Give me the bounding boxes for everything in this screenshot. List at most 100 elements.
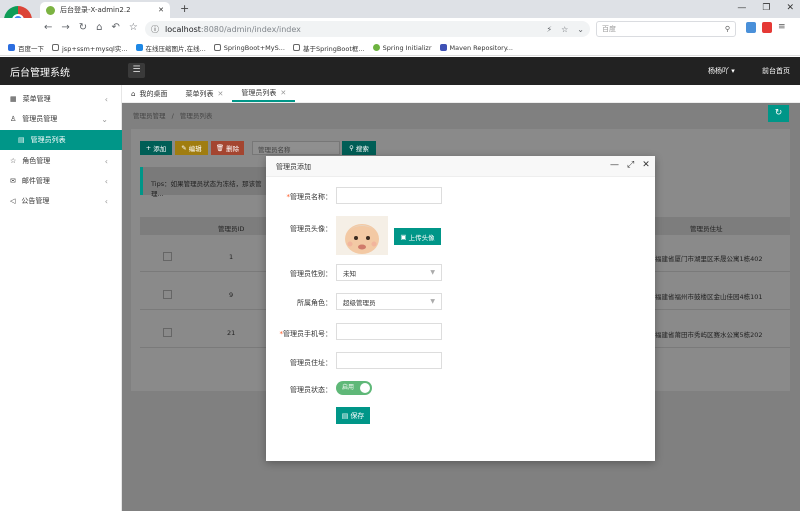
browser-tab[interactable]: 后台登录-X-admin2.2 ✕ (40, 2, 170, 18)
status-toggle[interactable]: 启用 (336, 381, 372, 395)
extension-icons: ≡ (746, 22, 786, 33)
chevron-down-icon: ⌄ (101, 114, 108, 124)
delete-button[interactable]: 🗑 删除 (211, 141, 244, 155)
search-icon[interactable]: ⚲ (725, 25, 730, 33)
chevron-down-icon[interactable]: ⌄ (577, 25, 584, 34)
close-icon[interactable]: ✕ (280, 89, 286, 97)
maven-icon (439, 44, 447, 51)
add-button[interactable]: + 添加 (140, 141, 172, 155)
forward-icon[interactable]: → (61, 22, 69, 33)
trash-icon: 🗑 (215, 144, 225, 152)
row-address: 福建省厦门市湖里区禾晟公寓1栋402 (655, 255, 763, 263)
edit-button[interactable]: ✎ 编辑 (175, 141, 208, 155)
admin-name-field[interactable] (336, 187, 442, 204)
row-address: 福建省福州市鼓楼区金山佳园4栋101 (655, 293, 763, 301)
back-icon[interactable]: ← (44, 22, 52, 33)
home-link[interactable]: 前台首页 (762, 66, 790, 76)
refresh-icon: ↻ (774, 108, 783, 118)
status-label: 管理员状态： (290, 386, 332, 394)
sidebar-item-admin-list[interactable]: ▤ 管理员列表 (0, 130, 122, 150)
bookmark-star-icon[interactable]: ☆ (129, 22, 138, 33)
tab-desktop[interactable]: ⌂ 我的桌面 (122, 85, 176, 102)
sidebar-item-role[interactable]: ☆ 角色管理 ‹ (0, 151, 122, 171)
reload-icon[interactable]: ↻ (79, 22, 87, 33)
hamburger-icon[interactable]: ☰ (128, 63, 145, 78)
new-tab-button[interactable]: + (180, 2, 189, 15)
caret-down-icon: ▾ (731, 67, 735, 75)
bookmark-item[interactable]: 百度一下 (8, 43, 44, 53)
home-icon[interactable]: ⌂ (96, 22, 102, 33)
avatar-label: 管理员头像： (290, 225, 332, 233)
minimize-icon[interactable]: — (737, 3, 746, 13)
close-icon[interactable]: ✕ (217, 90, 223, 98)
row-address: 福建省莆田市秀屿区赛水公寓5栋202 (655, 331, 763, 339)
star-icon[interactable]: ☆ (561, 25, 568, 34)
page-icon (52, 44, 59, 51)
search-placeholder: 百度 (602, 25, 616, 33)
user-menu[interactable]: 杨杨吖 ▾ (708, 66, 735, 76)
page-tabs: ⌂ 我的桌面 菜单列表 ✕ 管理员列表 ✕ (122, 85, 800, 103)
bookmark-item[interactable]: jsp+ssm+mysql实... (52, 43, 128, 53)
chevron-left-icon: ‹ (104, 94, 108, 104)
bookmark-item[interactable]: Spring Initializr (372, 44, 432, 52)
home-icon: ⌂ (131, 89, 136, 98)
phone-field[interactable] (336, 323, 442, 340)
undo-icon[interactable]: ↶ (112, 22, 120, 33)
close-icon[interactable]: ✕ (642, 160, 650, 170)
url-path: :8080/admin/index/index (200, 24, 301, 34)
search-icon: ⚲ (349, 144, 354, 152)
bookmark-item[interactable]: 基于SpringBoot框... (292, 43, 365, 53)
bookmark-item[interactable]: SpringBoot+MyS... (213, 44, 285, 52)
gender-select[interactable]: 未知 ▼ (336, 264, 442, 281)
modal-header (266, 156, 655, 177)
row-id: 9 (229, 291, 234, 299)
user-icon: ♙ (10, 115, 17, 123)
url-host: localhost (165, 24, 201, 34)
extension-icon[interactable] (746, 22, 756, 33)
list-icon: ▤ (18, 136, 25, 144)
name-label: *管理员名称： (286, 193, 333, 201)
search-input[interactable]: 管理员名称 (252, 141, 340, 155)
image-icon: ▣ (400, 232, 407, 241)
bookmark-item[interactable]: 在线压缩图片,在线... (135, 43, 206, 53)
minimize-icon[interactable]: — (610, 160, 619, 170)
sidebar-item-menu[interactable]: ▦ 菜单管理 ‹ (0, 89, 122, 109)
menu-icon[interactable]: ≡ (778, 22, 786, 33)
address-field[interactable] (336, 352, 442, 369)
phone-label: *管理员手机号： (279, 330, 333, 338)
row-checkbox[interactable] (163, 252, 172, 261)
toggle-knob (360, 383, 370, 393)
extension-icon[interactable] (762, 22, 772, 33)
upload-avatar-button[interactable]: ▣ 上传头像 (394, 228, 441, 245)
page-icon (292, 44, 300, 51)
sidebar-item-mail[interactable]: ✉ 邮件管理 ‹ (0, 171, 122, 191)
maximize-icon[interactable]: ⤢ (627, 160, 634, 170)
row-id: 21 (227, 329, 236, 337)
image-icon (135, 44, 143, 51)
info-icon: ⓘ (151, 24, 159, 34)
restore-icon[interactable]: ❐ (762, 3, 770, 13)
row-checkbox[interactable] (163, 328, 172, 337)
window-controls: — ❐ ✕ (737, 3, 794, 13)
sidebar-item-admin[interactable]: ♙ 管理员管理 ⌄ (0, 109, 122, 129)
bookmark-item[interactable]: Maven Repository... (439, 44, 513, 52)
browser-search-box[interactable]: 百度 ⚲ (596, 21, 736, 37)
app-title: 后台管理系统 (10, 68, 70, 79)
paw-icon (8, 44, 15, 51)
save-button[interactable]: ▤ 保存 (336, 407, 370, 424)
search-button[interactable]: ⚲ 搜索 (342, 141, 376, 155)
refresh-button[interactable]: ↻ (768, 105, 789, 122)
sidebar-item-notice[interactable]: ◁ 公告管理 ‹ (0, 191, 122, 211)
tab-admin-list[interactable]: 管理员列表 ✕ (232, 85, 296, 102)
row-checkbox[interactable] (163, 290, 172, 299)
tab-menu-list[interactable]: 菜单列表 ✕ (176, 85, 232, 102)
address-bar[interactable]: ⓘ localhost:8080/admin/index/index ⚡ ☆ ⌄ (145, 21, 590, 37)
nav-buttons: ← → ↻ ⌂ ↶ ☆ (44, 22, 138, 33)
lightning-icon[interactable]: ⚡ (547, 25, 553, 34)
role-select[interactable]: 超级管理员 ▼ (336, 293, 442, 310)
caret-down-icon: ▼ (430, 269, 435, 276)
close-icon[interactable]: ✕ (158, 6, 164, 14)
modal-controls: — ⤢ ✕ (610, 160, 650, 170)
browser-tab-title: 后台登录-X-admin2.2 (60, 6, 131, 14)
close-icon[interactable]: ✕ (786, 3, 794, 13)
